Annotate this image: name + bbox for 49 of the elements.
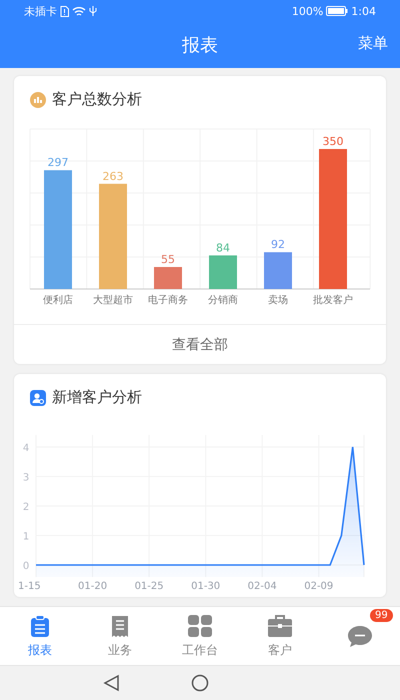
wifi-icon [72,6,86,16]
x-tick-label: 02-04 [248,581,277,592]
x-tick-label: 01-20 [78,581,108,592]
x-tick-label: 1-15 [18,581,41,592]
home-icon[interactable] [191,674,209,692]
category-label: 分销商 [208,295,238,306]
bar-value: 92 [271,238,285,252]
bar-chart-icon [30,92,46,108]
clipboard-icon [28,614,52,638]
battery-icon [326,6,348,16]
y-tick-label: 3 [22,472,30,484]
x-tick-label: 01-30 [191,581,220,592]
chat-icon [347,624,373,648]
sim-icon [60,6,69,16]
menu-button[interactable]: 菜单 [358,34,388,53]
card-title: 新增客户分析 [52,388,142,407]
category-label: 卖场 [268,295,288,306]
back-icon[interactable] [103,674,121,692]
unread-badge: 99 [370,609,393,622]
tab[interactable]: 99 [320,607,400,665]
carrier-text: 未插卡 [24,4,57,18]
x-tick-label: 02-09 [304,581,334,592]
category-label: 批发客户 [313,295,353,306]
category-label: 大型超市 [93,295,133,306]
view-all-button[interactable]: 查看全部 [14,324,386,364]
card-title: 客户总数分析 [52,90,142,109]
category-label: 电子商务 [148,295,188,306]
briefcase-icon [267,614,293,638]
battery-text: 100% [292,4,324,18]
tab[interactable]: 工作台 [160,607,240,665]
bar-value: 297 [48,156,68,170]
usb-icon [89,5,97,17]
bar-value: 350 [322,135,344,148]
grid-icon [187,614,213,638]
x-tick-label: 01-25 [134,581,164,592]
bar-value: 55 [161,253,175,266]
user-icon [30,390,46,406]
category-label: 便利店 [43,295,73,306]
bar-value: 84 [216,241,230,254]
y-tick-label: 0 [22,561,30,572]
y-tick-label: 1 [22,532,30,542]
y-tick-label: 4 [22,443,30,454]
y-tick-label: 2 [22,502,30,513]
bar-value: 263 [102,170,124,183]
tab[interactable]: 客户 [240,607,320,665]
tab[interactable]: 报表 [0,607,80,665]
page-title: 报表 [182,34,218,57]
tab[interactable]: 业务 [80,607,160,665]
time-text: 1:04 [351,4,376,18]
